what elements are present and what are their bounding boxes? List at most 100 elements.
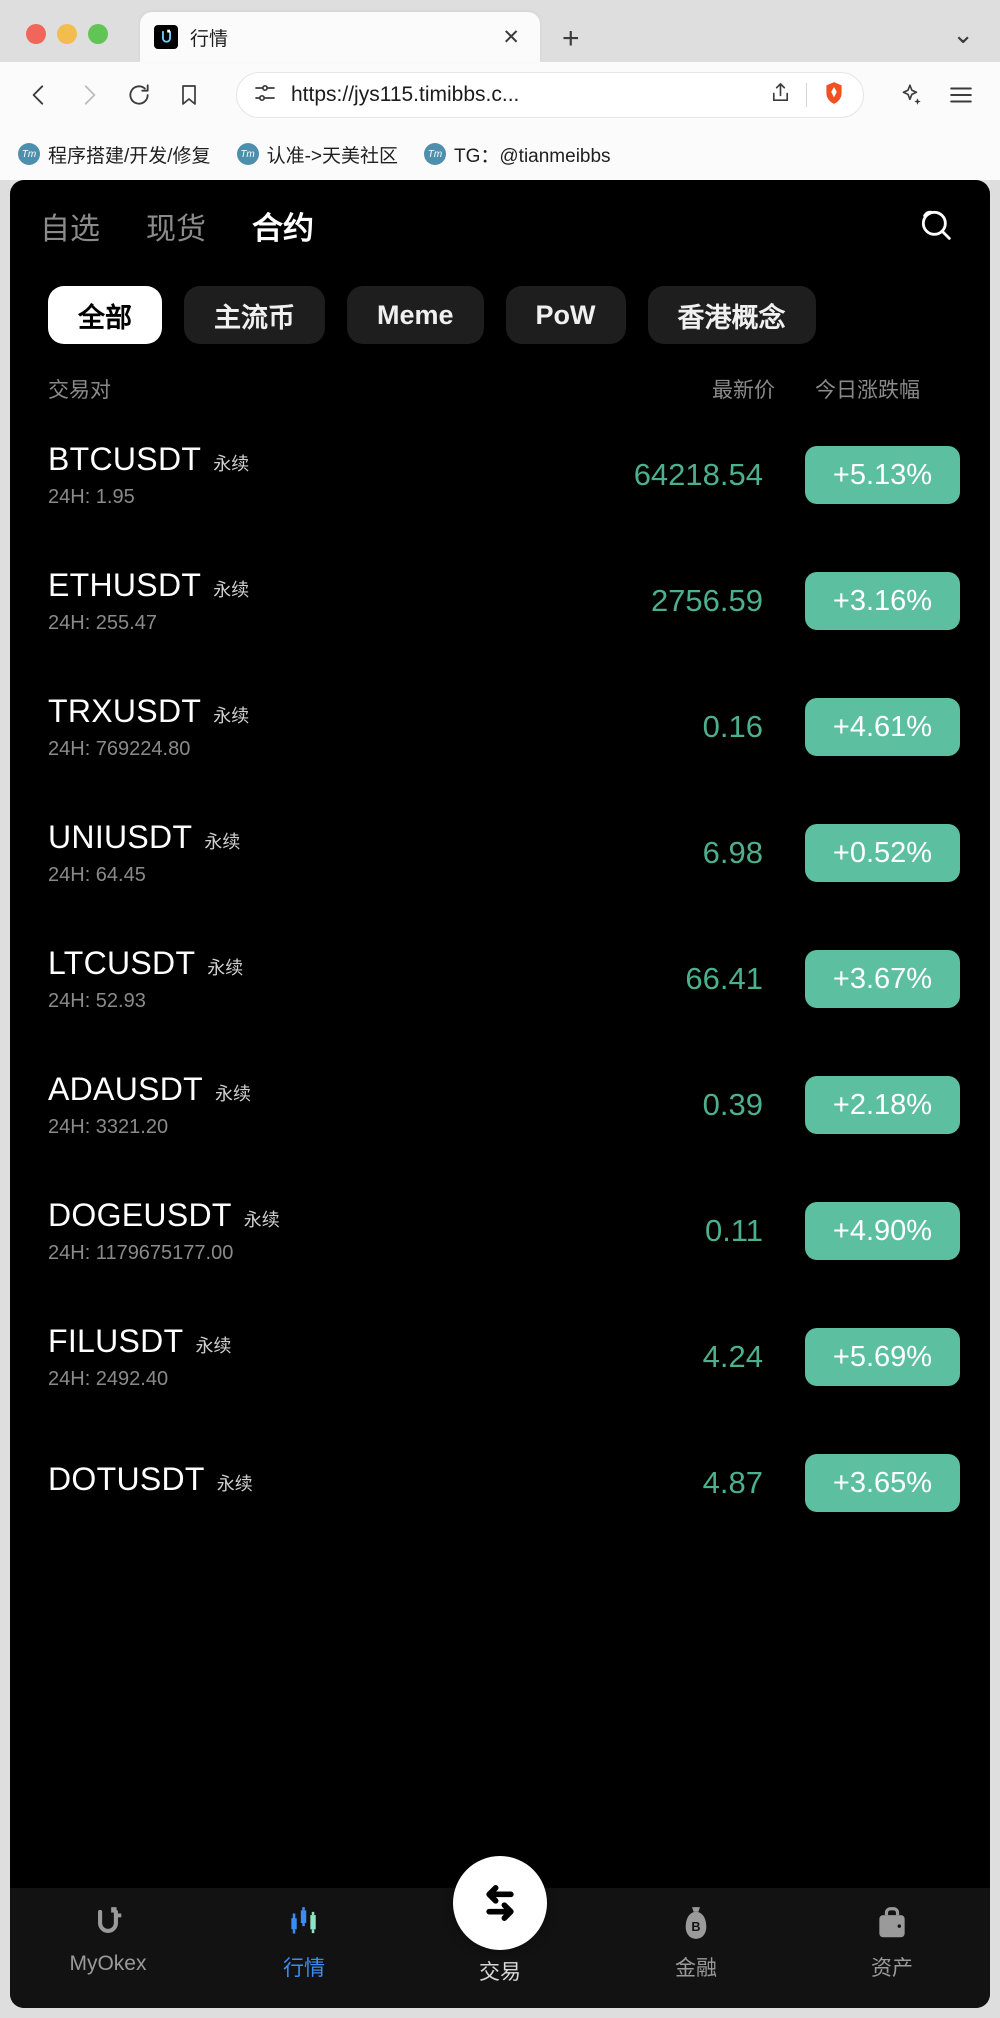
change-badge[interactable]: +0.52% xyxy=(805,824,960,882)
bookmark-favicon-icon: Tm xyxy=(424,143,446,165)
pair-symbol: LTCUSDT xyxy=(48,945,196,981)
column-header-change: 今日涨跌幅 xyxy=(815,379,920,402)
tab-contract[interactable]: 合约 xyxy=(252,203,314,248)
table-row[interactable]: BTCUSDT 永续 24H: 1.95 64218.54 +5.13% xyxy=(10,412,990,538)
tab-spot[interactable]: 现货 xyxy=(146,204,206,248)
browser-window: 行情 ✕ + ⌄ https://jys115.timibbs.c... Tm … xyxy=(0,0,1000,2018)
pair-cell: BTCUSDT 永续 24H: 1.95 xyxy=(48,441,600,509)
table-row[interactable]: FILUSDT 永续 24H: 2492.40 4.24 +5.69% xyxy=(10,1294,990,1420)
market-type-tabs: 自选 现货 合约 xyxy=(40,203,912,248)
last-price: 2756.59 xyxy=(650,583,763,618)
toolbar-divider xyxy=(806,83,807,107)
last-price: 0.16 xyxy=(702,709,763,744)
table-row[interactable]: ETHUSDT 永续 24H: 255.47 2756.59 +3.16% xyxy=(10,538,990,664)
money-bag-icon: B xyxy=(677,1902,715,1944)
column-header-pair: 交易对 xyxy=(48,379,111,402)
change-badge[interactable]: +4.90% xyxy=(805,1202,960,1260)
change-cell: +5.69% xyxy=(775,1328,960,1386)
volume-24h: 24H: 769224.80 xyxy=(48,738,191,760)
volume-24h: 24H: 255.47 xyxy=(48,612,157,634)
table-row[interactable]: DOGEUSDT 永续 24H: 1179675177.00 0.11 +4.90% xyxy=(10,1168,990,1294)
bookmark-item[interactable]: Tm 程序搭建/开发/修复 xyxy=(18,141,211,168)
contract-type-tag: 永续 xyxy=(213,706,250,726)
table-row[interactable]: DOTUSDT 永续 4.87 +3.65% xyxy=(10,1420,990,1546)
pair-cell: ADAUSDT 永续 24H: 3321.20 xyxy=(48,1071,600,1139)
contract-type-tag: 永续 xyxy=(207,958,244,978)
table-row[interactable]: ADAUSDT 永续 24H: 3321.20 0.39 +2.18% xyxy=(10,1042,990,1168)
bookmark-item[interactable]: Tm 认准->天美社区 xyxy=(236,141,398,168)
contract-type-tag: 永续 xyxy=(215,1084,252,1104)
chevron-down-icon[interactable]: ⌄ xyxy=(952,19,974,50)
change-badge[interactable]: +4.61% xyxy=(805,698,960,756)
swap-arrows-icon[interactable] xyxy=(453,1856,547,1950)
chip-meme[interactable]: Meme xyxy=(347,286,484,344)
close-icon[interactable]: ✕ xyxy=(496,27,526,48)
pair-symbol: TRXUSDT xyxy=(48,693,202,729)
bookmark-item[interactable]: Tm TG：@tianmeibbs xyxy=(424,141,611,168)
pair-cell: DOGEUSDT 永续 24H: 1179675177.00 xyxy=(48,1197,600,1265)
chip-hongkong[interactable]: 香港概念 xyxy=(647,286,816,344)
address-bar[interactable]: https://jys115.timibbs.c... xyxy=(236,72,864,118)
back-icon[interactable] xyxy=(22,78,56,112)
reload-icon[interactable] xyxy=(122,78,156,112)
tab-finance[interactable]: B 金融 xyxy=(598,1902,794,1982)
pair-cell: UNIUSDT 永续 24H: 64.45 xyxy=(48,819,600,887)
chip-all[interactable]: 全部 xyxy=(48,286,162,344)
search-icon[interactable] xyxy=(912,201,960,249)
tab-markets[interactable]: 行情 xyxy=(206,1902,402,1982)
change-badge[interactable]: +3.16% xyxy=(805,572,960,630)
bookmark-icon[interactable] xyxy=(172,78,206,112)
tab-favorites[interactable]: 自选 xyxy=(40,204,100,248)
new-tab-button[interactable]: + xyxy=(562,24,580,62)
tab-myokex[interactable]: MyOkex xyxy=(10,1902,206,1976)
chip-pow[interactable]: PoW xyxy=(505,286,626,344)
okex-logo-icon xyxy=(154,25,178,49)
change-badge[interactable]: +3.65% xyxy=(805,1454,960,1512)
table-row[interactable]: UNIUSDT 永续 24H: 64.45 6.98 +0.52% xyxy=(10,790,990,916)
last-price: 64218.54 xyxy=(633,457,763,492)
table-header: 交易对 最新价 今日涨跌幅 xyxy=(10,344,990,412)
contract-type-tag: 永续 xyxy=(213,580,250,600)
table-row[interactable]: LTCUSDT 永续 24H: 52.93 66.41 +3.67% xyxy=(10,916,990,1042)
candlestick-icon xyxy=(285,1902,323,1944)
brave-shields-icon[interactable] xyxy=(821,80,847,111)
volume-24h: 24H: 64.45 xyxy=(48,864,146,886)
briefcase-icon xyxy=(873,1902,911,1944)
change-cell: +4.61% xyxy=(775,698,960,756)
pair-cell: ETHUSDT 永续 24H: 255.47 xyxy=(48,567,600,635)
menu-icon[interactable] xyxy=(944,78,978,112)
pair-cell: LTCUSDT 永续 24H: 52.93 xyxy=(48,945,600,1013)
change-badge[interactable]: +5.13% xyxy=(805,446,960,504)
forward-icon[interactable] xyxy=(72,78,106,112)
leo-ai-icon[interactable] xyxy=(894,78,928,112)
change-badge[interactable]: +5.69% xyxy=(805,1328,960,1386)
change-cell: +3.16% xyxy=(775,572,960,630)
chip-mainstream[interactable]: 主流币 xyxy=(184,286,325,344)
close-window-button[interactable] xyxy=(26,24,46,44)
bookmark-label: TG：@tianmeibbs xyxy=(454,145,611,167)
browser-tab[interactable]: 行情 ✕ xyxy=(140,12,540,62)
maximize-window-button[interactable] xyxy=(88,24,108,44)
last-price: 0.11 xyxy=(704,1213,763,1248)
last-price: 4.24 xyxy=(702,1339,763,1374)
table-row[interactable]: TRXUSDT 永续 24H: 769224.80 0.16 +4.61% xyxy=(10,664,990,790)
volume-24h: 24H: 1179675177.00 xyxy=(48,1242,234,1264)
volume-24h: 24H: 52.93 xyxy=(48,990,146,1012)
volume-24h: 24H: 3321.20 xyxy=(48,1116,169,1138)
pair-cell: DOTUSDT 永续 xyxy=(48,1461,600,1506)
tab-trade[interactable]: 交易 xyxy=(402,1856,598,1986)
pair-symbol: BTCUSDT xyxy=(48,441,202,477)
change-cell: +5.13% xyxy=(775,446,960,504)
bookmarks-bar: Tm 程序搭建/开发/修复 Tm 认准->天美社区 Tm TG：@tianmei… xyxy=(0,128,1000,180)
pair-cell: FILUSDT 永续 24H: 2492.40 xyxy=(48,1323,600,1391)
change-badge[interactable]: +2.18% xyxy=(805,1076,960,1134)
app-viewport: 自选 现货 合约 全部 主流币 Meme PoW 香港概念 交易对 最新价 今日… xyxy=(10,180,990,2008)
minimize-window-button[interactable] xyxy=(57,24,77,44)
contract-type-tag: 永续 xyxy=(204,832,241,852)
tab-assets[interactable]: 资产 xyxy=(794,1902,990,1982)
site-settings-icon[interactable] xyxy=(253,81,277,110)
tab-label: 行情 xyxy=(283,1957,325,1980)
share-icon[interactable] xyxy=(769,81,792,109)
change-badge[interactable]: +3.67% xyxy=(805,950,960,1008)
market-list: BTCUSDT 永续 24H: 1.95 64218.54 +5.13% ETHUSDT 永… xyxy=(10,412,990,2008)
